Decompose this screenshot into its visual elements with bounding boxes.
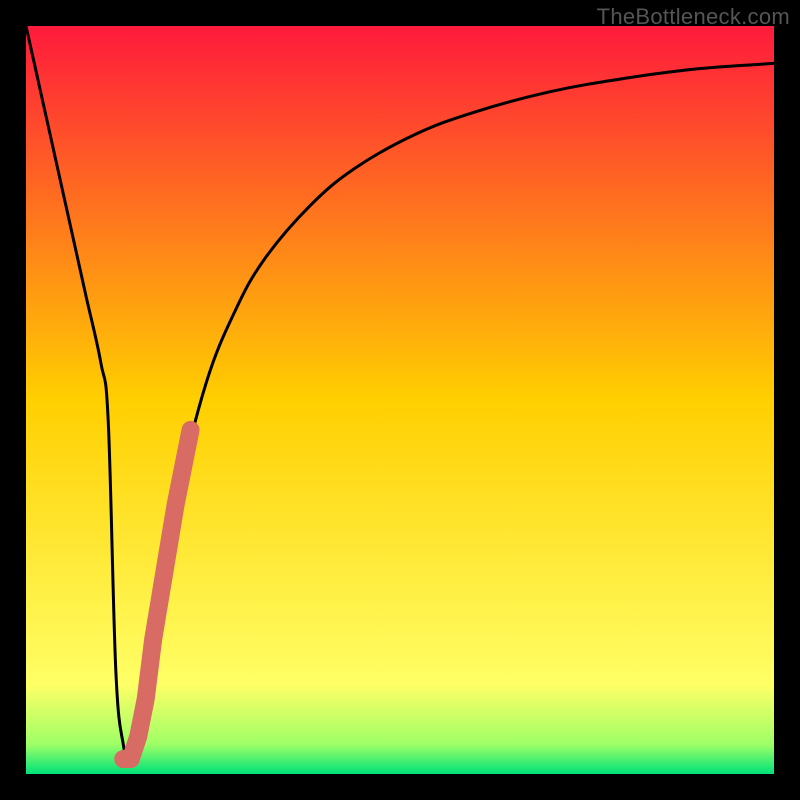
gradient-background <box>26 26 774 774</box>
plot-svg <box>26 26 774 774</box>
plot-area <box>26 26 774 774</box>
chart-frame: TheBottleneck.com <box>0 0 800 800</box>
